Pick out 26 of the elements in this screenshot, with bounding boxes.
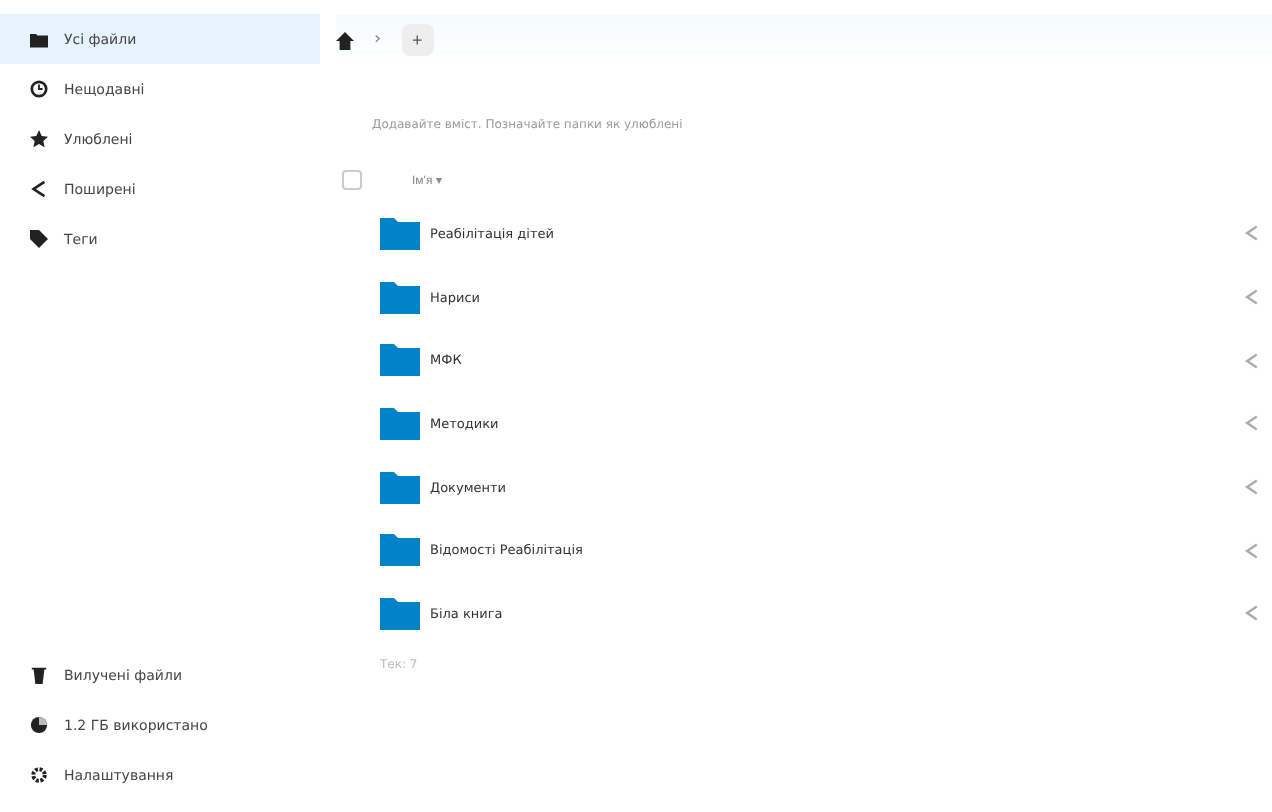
share-icon[interactable] (1244, 224, 1260, 243)
share-icon (30, 180, 48, 198)
settings-icon (30, 766, 48, 784)
share-icon[interactable] (1244, 288, 1260, 307)
share-icon[interactable] (1244, 414, 1260, 433)
folder-icon (30, 31, 48, 47)
folder-icon (380, 471, 420, 504)
home-icon[interactable] (336, 31, 354, 49)
select-all-checkbox[interactable] (342, 170, 362, 190)
trash-icon (30, 666, 48, 684)
breadcrumb-separator: › (374, 30, 382, 50)
folder-icon (380, 344, 420, 377)
star-icon (30, 130, 48, 148)
share-icon[interactable] (1244, 478, 1260, 497)
clock-icon (30, 80, 48, 98)
tag-icon (30, 230, 48, 248)
folder-icon (380, 217, 420, 250)
folder-icon (380, 281, 420, 314)
folder-icon (380, 407, 420, 440)
share-icon[interactable] (1244, 604, 1260, 623)
pie-chart-icon (30, 716, 48, 734)
folder-icon (380, 597, 420, 630)
share-icon[interactable] (1244, 351, 1260, 370)
folder-icon (380, 534, 420, 567)
add-button[interactable]: + (401, 24, 434, 56)
share-icon[interactable] (1244, 541, 1260, 560)
